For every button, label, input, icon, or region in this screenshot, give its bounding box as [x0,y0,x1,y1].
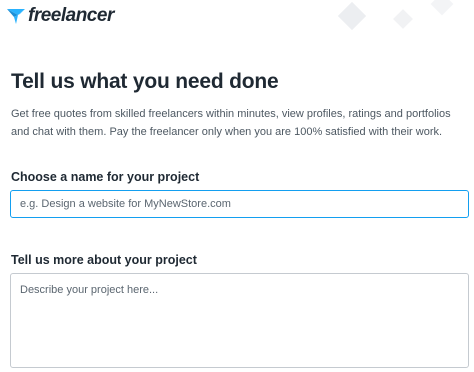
freelancer-bird-icon [7,9,25,24]
diamond-shape [393,9,413,29]
diamond-shape [430,0,454,16]
page-subtitle: Get free quotes from skilled freelancers… [11,108,451,138]
project-name-input[interactable] [10,190,469,218]
post-project-page: freelancer Tell us what you need done Ge… [0,0,474,372]
decorative-diamonds [334,0,474,40]
brand-name: freelancer [28,5,114,26]
project-description-textarea[interactable] [10,273,469,368]
project-description-label: Tell us more about your project [11,253,197,267]
freelancer-logo[interactable]: freelancer [6,5,114,27]
project-name-label: Choose a name for your project [11,170,200,184]
diamond-shape [337,1,367,31]
page-title: Tell us what you need done [11,70,279,93]
